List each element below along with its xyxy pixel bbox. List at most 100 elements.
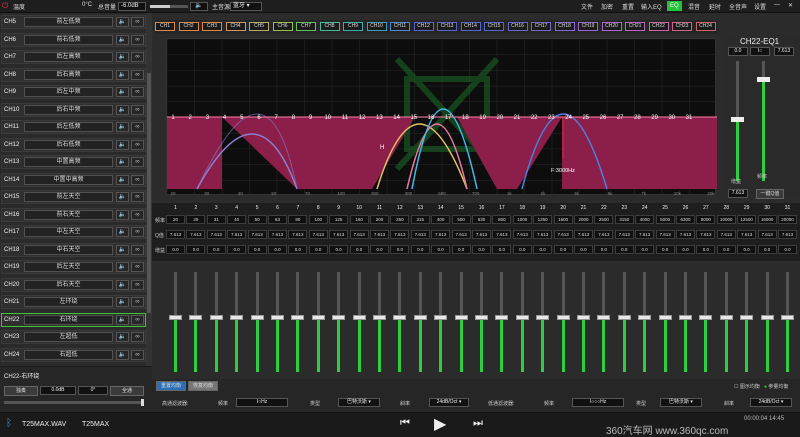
link-icon[interactable]: ∞ — [131, 332, 144, 342]
eq-detail-value-right[interactable]: 7.613 — [774, 47, 794, 56]
band-fader[interactable] — [309, 272, 328, 372]
band-q-field[interactable]: 7.613 — [431, 230, 451, 239]
channel-row[interactable]: CH16 前右天空 🔈 ∞ — [1, 207, 146, 222]
band-gain-field[interactable]: 0.0 — [635, 245, 655, 254]
lowpass-slope-select[interactable]: 24dB/Oct ▾ — [750, 398, 792, 407]
band-q-field[interactable]: 7.613 — [655, 230, 675, 239]
power-icon[interactable]: ⏻ — [2, 1, 8, 11]
eq-freq-slider[interactable] — [757, 61, 770, 181]
band-gain-field[interactable]: 0.0 — [594, 245, 614, 254]
menu-file[interactable]: 文件 — [581, 2, 593, 11]
band-freq-field[interactable]: 25 — [186, 215, 206, 224]
speaker-icon[interactable]: 🔈 — [116, 69, 129, 80]
band-fader[interactable] — [717, 272, 736, 372]
band-freq-field[interactable]: 10000 — [716, 215, 736, 224]
band-gain-field[interactable]: 0.0 — [778, 245, 797, 254]
menu-input-eq[interactable]: 输入EQ — [641, 2, 662, 11]
band-fader[interactable] — [492, 272, 511, 372]
band-freq-field[interactable]: 8000 — [696, 215, 716, 224]
band-q-field[interactable]: 7.613 — [553, 230, 573, 239]
band-gain-field[interactable]: 0.0 — [512, 245, 532, 254]
channel-row[interactable]: CH21 左环绕 🔈 ∞ — [1, 295, 146, 309]
restore-eq-button[interactable]: 恢复均衡 — [188, 381, 218, 391]
band-gain-field[interactable]: 0.0 — [247, 245, 267, 254]
reset-eq-button[interactable]: 重置均衡 — [156, 381, 186, 391]
band-freq-field[interactable]: 100 — [308, 215, 328, 224]
speaker-icon[interactable]: 🔈 — [116, 17, 129, 27]
play-icon[interactable]: ▶ — [434, 414, 446, 434]
band-freq-field[interactable]: 4000 — [635, 215, 655, 224]
band-fader[interactable] — [594, 272, 613, 372]
link-icon[interactable]: ∞ — [131, 122, 144, 132]
channel-name-field[interactable]: 后右高频 — [24, 69, 113, 80]
channel-tab[interactable]: CH19 — [578, 22, 598, 31]
link-icon[interactable]: ∞ — [131, 279, 144, 290]
band-gain-field[interactable]: 0.0 — [472, 245, 491, 254]
channel-phase-field[interactable]: 0° — [78, 386, 108, 395]
band-gain-field[interactable]: 0.0 — [757, 245, 777, 254]
eq-detail-value-mid[interactable]: I○ — [750, 47, 770, 56]
link-icon[interactable]: ∞ — [131, 349, 144, 360]
band-fader[interactable] — [207, 272, 226, 372]
menu-surround[interactable]: 全音声 — [729, 2, 747, 11]
speaker-icon[interactable]: 🔈 — [116, 227, 129, 237]
link-icon[interactable]: ∞ — [131, 297, 144, 307]
band-freq-field[interactable]: 160 — [349, 215, 369, 224]
menu-reset[interactable]: 重置 — [622, 2, 634, 11]
band-q-field[interactable]: 7.613 — [778, 230, 797, 239]
next-icon[interactable]: ⏭ — [473, 417, 483, 430]
channel-gain-field[interactable]: 0.0dB — [40, 386, 76, 395]
band-fader[interactable] — [350, 272, 369, 372]
link-icon[interactable]: ∞ — [131, 262, 144, 272]
channel-tab[interactable]: CH11 — [390, 22, 410, 31]
channel-tab[interactable]: CH22 — [648, 22, 669, 31]
band-fader[interactable] — [370, 272, 389, 372]
band-q-field[interactable]: 7.613 — [227, 230, 247, 239]
channel-name-field[interactable]: 前左天空 — [24, 192, 113, 202]
speaker-icon[interactable]: 🔈 — [116, 262, 129, 272]
speaker-icon[interactable]: 🔈 — [116, 139, 129, 150]
speaker-icon[interactable]: 🔈 — [116, 332, 129, 342]
channel-tab[interactable]: CH8 — [319, 22, 340, 31]
band-gain-field[interactable]: 0.0 — [227, 245, 247, 254]
band-freq-field[interactable]: 1600 — [553, 215, 573, 224]
band-q-field[interactable]: 7.613 — [594, 230, 614, 239]
channel-tab[interactable]: CH20 — [601, 22, 622, 31]
channel-name-field[interactable]: 中置高频 — [24, 157, 113, 167]
band-fader[interactable] — [288, 272, 307, 372]
eq-curve-graph[interactable]: 1 2 3 4 5 6 7 8 9 10 11 12 13 14 15 16 17 18 19 20 21 22 23 24 2… — [166, 38, 718, 197]
band-fader[interactable] — [554, 272, 573, 372]
channel-name-field[interactable]: 后左低频 — [24, 122, 113, 132]
band-q-field[interactable]: 7.613 — [329, 230, 349, 239]
band-gain-field[interactable]: 0.0 — [370, 245, 389, 254]
band-freq-field[interactable]: 800 — [492, 215, 512, 224]
band-q-field[interactable]: 7.613 — [410, 230, 430, 239]
channel-tab[interactable]: CH10 — [366, 22, 387, 31]
band-q-field[interactable]: 7.613 — [614, 230, 634, 239]
channel-tab[interactable]: CH24 — [695, 22, 716, 31]
band-freq-field[interactable]: 250 — [390, 215, 410, 224]
band-freq-field[interactable]: 40 — [227, 215, 247, 224]
link-icon[interactable]: ∞ — [131, 192, 144, 202]
channel-name-field[interactable]: 中置中高频 — [24, 174, 113, 185]
channel-row[interactable]: CH7 后左高频 🔈 ∞ — [1, 50, 146, 64]
band-q-field[interactable]: 7.613 — [716, 230, 736, 239]
band-freq-field[interactable]: 12500 — [737, 215, 757, 224]
band-fader[interactable] — [615, 272, 634, 372]
band-fader[interactable] — [737, 272, 756, 372]
speaker-icon[interactable]: 🔈 — [116, 244, 129, 255]
band-fader[interactable] — [186, 272, 205, 372]
band-freq-field[interactable]: 3150 — [614, 215, 634, 224]
channel-name-field[interactable]: 中右天空 — [24, 244, 113, 255]
band-freq-field[interactable]: 80 — [288, 215, 308, 224]
band-q-field[interactable]: 7.613 — [574, 230, 593, 239]
band-gain-field[interactable]: 0.0 — [737, 245, 757, 254]
band-q-field[interactable]: 7.613 — [533, 230, 553, 239]
channel-tab[interactable]: CH18 — [554, 22, 575, 31]
speaker-icon[interactable]: 🔈 — [116, 192, 129, 202]
speaker-icon[interactable]: 🔈 — [116, 52, 129, 62]
channel-tab[interactable]: CH1 — [155, 22, 175, 31]
band-freq-field[interactable]: 400 — [431, 215, 451, 224]
speaker-icon[interactable]: 🔈 — [116, 157, 129, 167]
band-freq-field[interactable]: 20000 — [778, 215, 797, 224]
